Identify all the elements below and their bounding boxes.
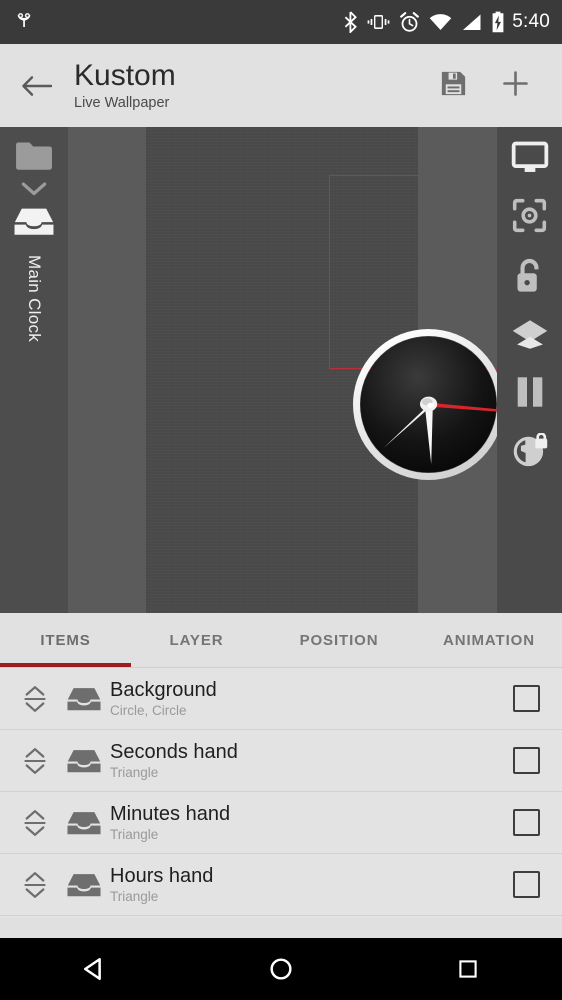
layers-button[interactable] (511, 318, 549, 356)
save-button[interactable] (438, 68, 469, 104)
row-checkbox[interactable] (513, 871, 540, 898)
owl-logo-icon (17, 12, 31, 27)
module-icon-cell (58, 685, 110, 713)
recents-square-icon (459, 960, 477, 978)
android-nav-bar (0, 938, 562, 1000)
signal-icon (463, 14, 481, 30)
tray-icon (67, 811, 101, 834)
module-icon-cell (58, 871, 110, 899)
preset-name-label: Main Clock (25, 255, 44, 343)
clock-hub (420, 396, 438, 412)
folder-icon (16, 142, 52, 170)
tab-animation[interactable]: ANIMATION (416, 613, 562, 667)
app-bar-actions (438, 67, 562, 105)
home-circle-icon (270, 958, 292, 980)
row-subtitle: Triangle (110, 765, 159, 781)
preview-mode-button[interactable] (511, 141, 549, 179)
bluetooth-icon (345, 11, 358, 33)
row-title: Background (110, 678, 217, 701)
add-button[interactable] (499, 67, 532, 105)
vibrate-icon (367, 15, 390, 29)
back-arrow-icon (22, 75, 53, 96)
row-title: Hours hand (110, 864, 214, 887)
editor-tabs: ITEMS LAYER POSITION ANIMATION (0, 613, 562, 668)
page-subtitle: Live Wallpaper (74, 95, 170, 112)
center-focus-button[interactable] (511, 197, 548, 239)
preview-side-band-left (68, 127, 146, 613)
nav-home-button[interactable] (231, 955, 331, 983)
page-title: Kustom (74, 58, 176, 92)
alarm-icon (400, 11, 420, 32)
pause-button[interactable] (513, 374, 547, 415)
table-row[interactable]: Hours hand Triangle (0, 854, 562, 916)
chevron-down-icon (21, 182, 47, 196)
row-text-cell: Background Circle, Circle (110, 679, 513, 718)
status-bar-left (14, 10, 343, 34)
status-bar-icons (343, 11, 505, 33)
unlock-icon (517, 258, 539, 292)
tray-icon (67, 687, 101, 710)
back-triangle-icon (83, 958, 101, 980)
reorder-icon (24, 809, 46, 836)
row-text-cell: Minutes hand Triangle (110, 803, 513, 842)
kustom-editor-screen: 5:40 Kustom Live Wallpaper Main Clock IT… (0, 0, 562, 1000)
lock-toggle-button[interactable] (512, 257, 547, 300)
tab-layer[interactable]: LAYER (131, 613, 262, 667)
global-lock-button[interactable] (511, 432, 549, 474)
status-bar-clock: 5:40 (512, 11, 550, 32)
tray-icon (14, 208, 54, 235)
reorder-icon (24, 871, 46, 898)
pause-icon (517, 377, 542, 407)
app-bar-titles: Kustom Live Wallpaper (74, 60, 438, 112)
drag-handle[interactable] (12, 682, 58, 716)
module-icon-cell (58, 747, 110, 775)
reorder-icon (24, 747, 46, 774)
row-checkbox[interactable] (513, 809, 540, 836)
tab-items[interactable]: ITEMS (0, 613, 131, 667)
monitor-icon (511, 141, 548, 172)
folder-button[interactable] (14, 141, 54, 177)
reorder-icon (24, 685, 46, 712)
module-icon-cell (58, 809, 110, 837)
table-row[interactable]: Background Circle, Circle (0, 668, 562, 730)
wifi-icon (430, 13, 452, 30)
row-title: Minutes hand (110, 802, 231, 825)
row-subtitle: Triangle (110, 827, 159, 843)
layers-icon (512, 320, 547, 349)
items-list: Background Circle, Circle Seconds hand T… (0, 668, 562, 918)
row-checkbox[interactable] (513, 685, 540, 712)
status-bar: 5:40 (0, 0, 562, 44)
editor-toolbar (497, 127, 562, 613)
row-subtitle: Circle, Circle (110, 703, 187, 719)
wallpaper-preview[interactable] (146, 127, 528, 613)
expand-button[interactable] (19, 179, 49, 203)
module-tray-button[interactable] (12, 205, 56, 243)
globe-lock-icon (513, 432, 547, 467)
row-checkbox[interactable] (513, 747, 540, 774)
tab-position[interactable]: POSITION (262, 613, 416, 667)
tray-icon (67, 749, 101, 772)
row-title: Seconds hand (110, 740, 238, 763)
row-text-cell: Hours hand Triangle (110, 865, 513, 904)
nav-back-button[interactable] (44, 954, 144, 984)
tray-icon (67, 873, 101, 896)
center-focus-icon (512, 198, 547, 233)
table-row[interactable]: Minutes hand Triangle (0, 792, 562, 854)
preview-editor: Main Clock (0, 127, 562, 613)
drag-handle[interactable] (12, 806, 58, 840)
preset-sidebar: Main Clock (0, 127, 68, 613)
save-icon (441, 71, 466, 95)
back-button[interactable] (0, 73, 74, 99)
battery-charging-icon (492, 11, 504, 33)
drag-handle[interactable] (12, 744, 58, 778)
analog-clock-widget[interactable] (351, 327, 506, 482)
row-text-cell: Seconds hand Triangle (110, 741, 513, 780)
drag-handle[interactable] (12, 868, 58, 902)
add-icon (503, 70, 528, 96)
analog-clock-svg (353, 329, 506, 480)
app-bar: Kustom Live Wallpaper (0, 44, 562, 127)
nav-recents-button[interactable] (418, 957, 518, 981)
table-row[interactable]: Seconds hand Triangle (0, 730, 562, 792)
row-subtitle: Triangle (110, 889, 159, 905)
